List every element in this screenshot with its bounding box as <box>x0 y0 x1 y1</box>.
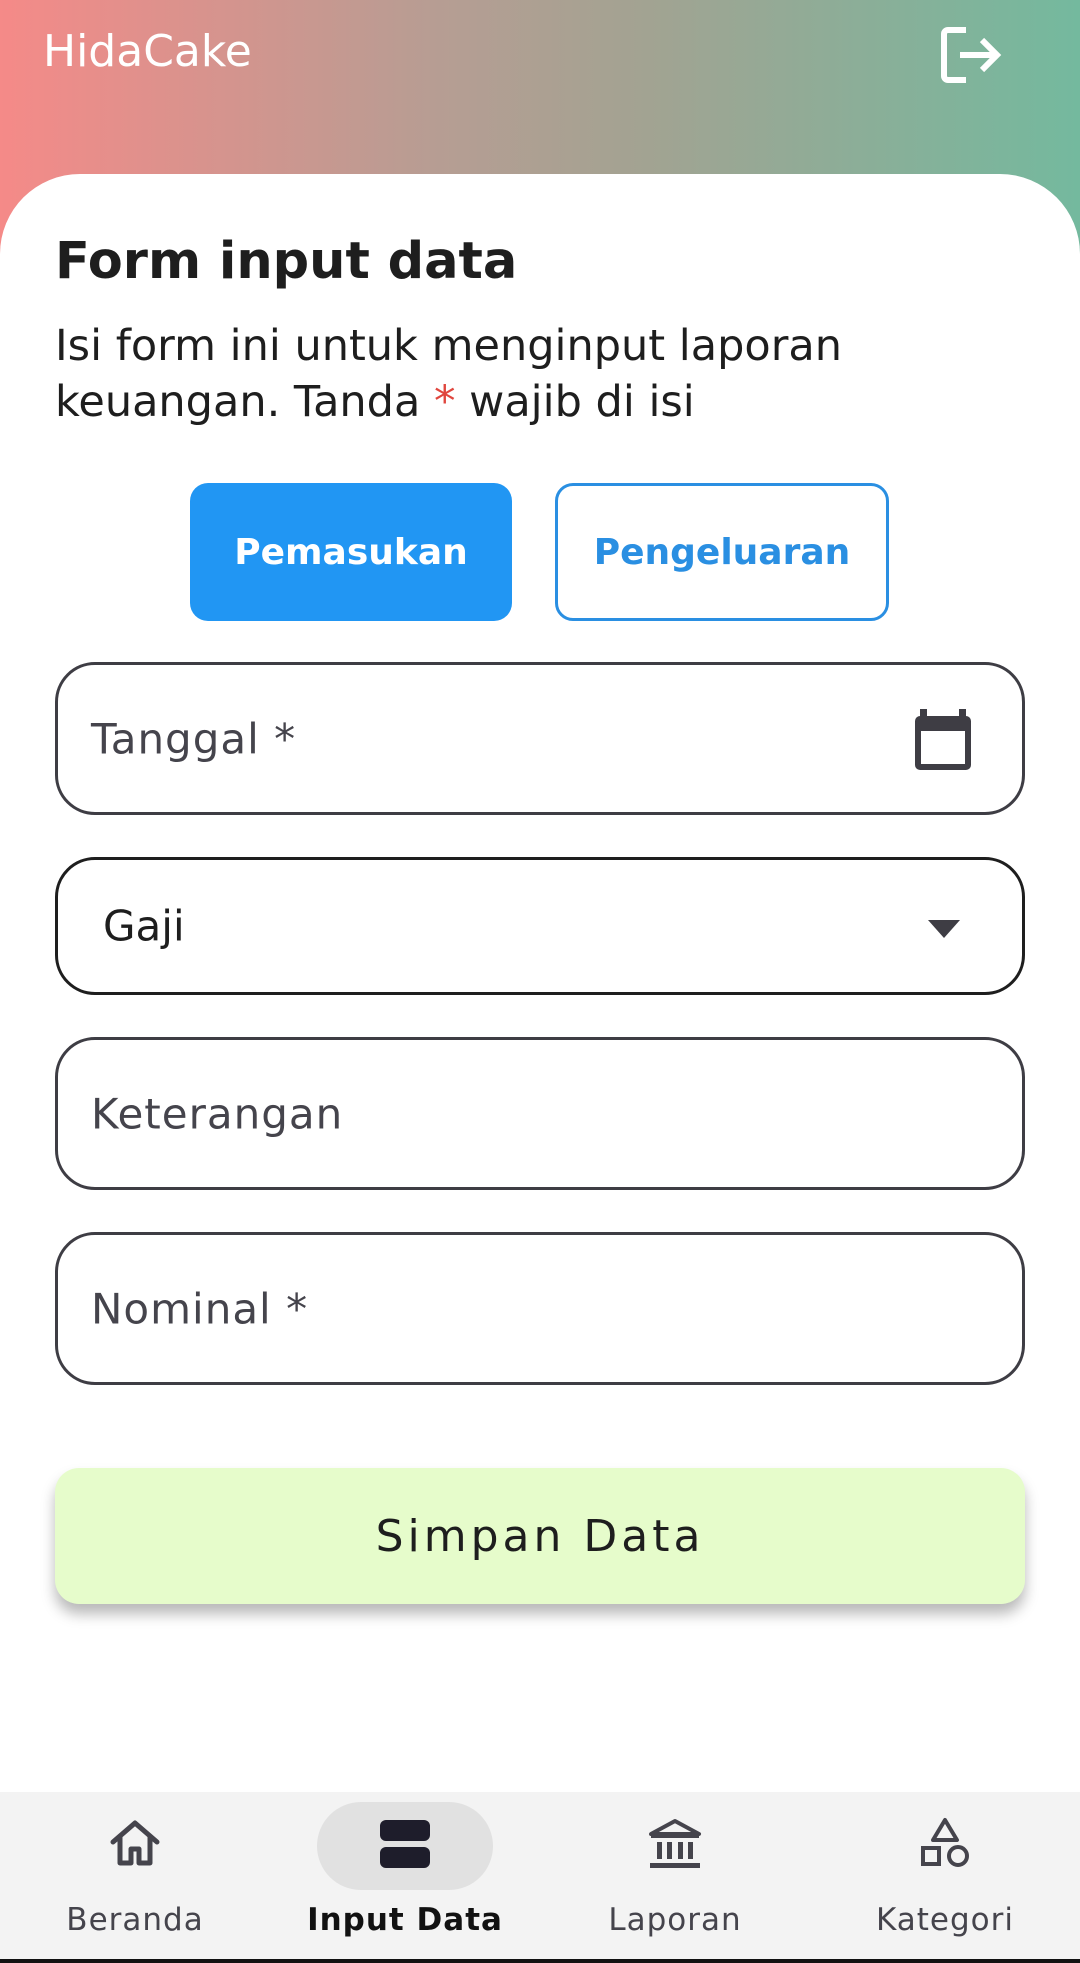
nav-label: Kategori <box>875 1902 1014 1938</box>
description-field[interactable]: Keterangan <box>55 1037 1025 1190</box>
form-title: Form input data <box>55 232 518 291</box>
logout-icon <box>941 27 1002 83</box>
description-field-placeholder: Keterangan <box>91 1089 344 1138</box>
expense-toggle-button[interactable]: Pengeluaran <box>555 483 889 621</box>
category-select[interactable]: Gaji <box>55 857 1025 995</box>
input-data-icon <box>380 1820 430 1868</box>
nav-item-laporan[interactable]: Laporan <box>540 1792 810 1959</box>
income-toggle-button[interactable]: Pemasukan <box>190 483 512 621</box>
nav-item-beranda[interactable]: Beranda <box>0 1792 270 1959</box>
save-button[interactable]: Simpan Data <box>55 1468 1025 1604</box>
bank-icon <box>649 1819 701 1868</box>
amount-field-placeholder: Nominal * <box>91 1284 309 1333</box>
amount-field[interactable]: Nominal * <box>55 1232 1025 1385</box>
calendar-icon[interactable] <box>912 707 974 773</box>
nav-label: Input Data <box>307 1902 503 1938</box>
chevron-down-icon <box>928 920 960 938</box>
form-description-text-end: wajib di isi <box>455 377 695 427</box>
logout-button[interactable] <box>936 22 1006 88</box>
bottom-navigation: Beranda Input Data Laporan Kategori <box>0 1792 1080 1963</box>
category-select-value: Gaji <box>103 901 185 951</box>
app-root: HidaCake Form input data Isi form ini un… <box>0 0 1080 1963</box>
nav-item-input-data[interactable]: Input Data <box>270 1792 540 1959</box>
app-title: HidaCake <box>43 26 252 77</box>
required-star: * <box>433 377 456 427</box>
nav-label: Laporan <box>608 1902 742 1938</box>
home-icon <box>110 1820 160 1866</box>
date-field[interactable]: Tanggal * <box>55 662 1025 815</box>
shapes-icon <box>921 1818 969 1867</box>
nav-label: Beranda <box>66 1902 204 1938</box>
form-description: Isi form ini untuk menginput laporan keu… <box>55 318 855 430</box>
nav-item-kategori[interactable]: Kategori <box>810 1792 1080 1959</box>
date-field-placeholder: Tanggal * <box>91 714 297 763</box>
